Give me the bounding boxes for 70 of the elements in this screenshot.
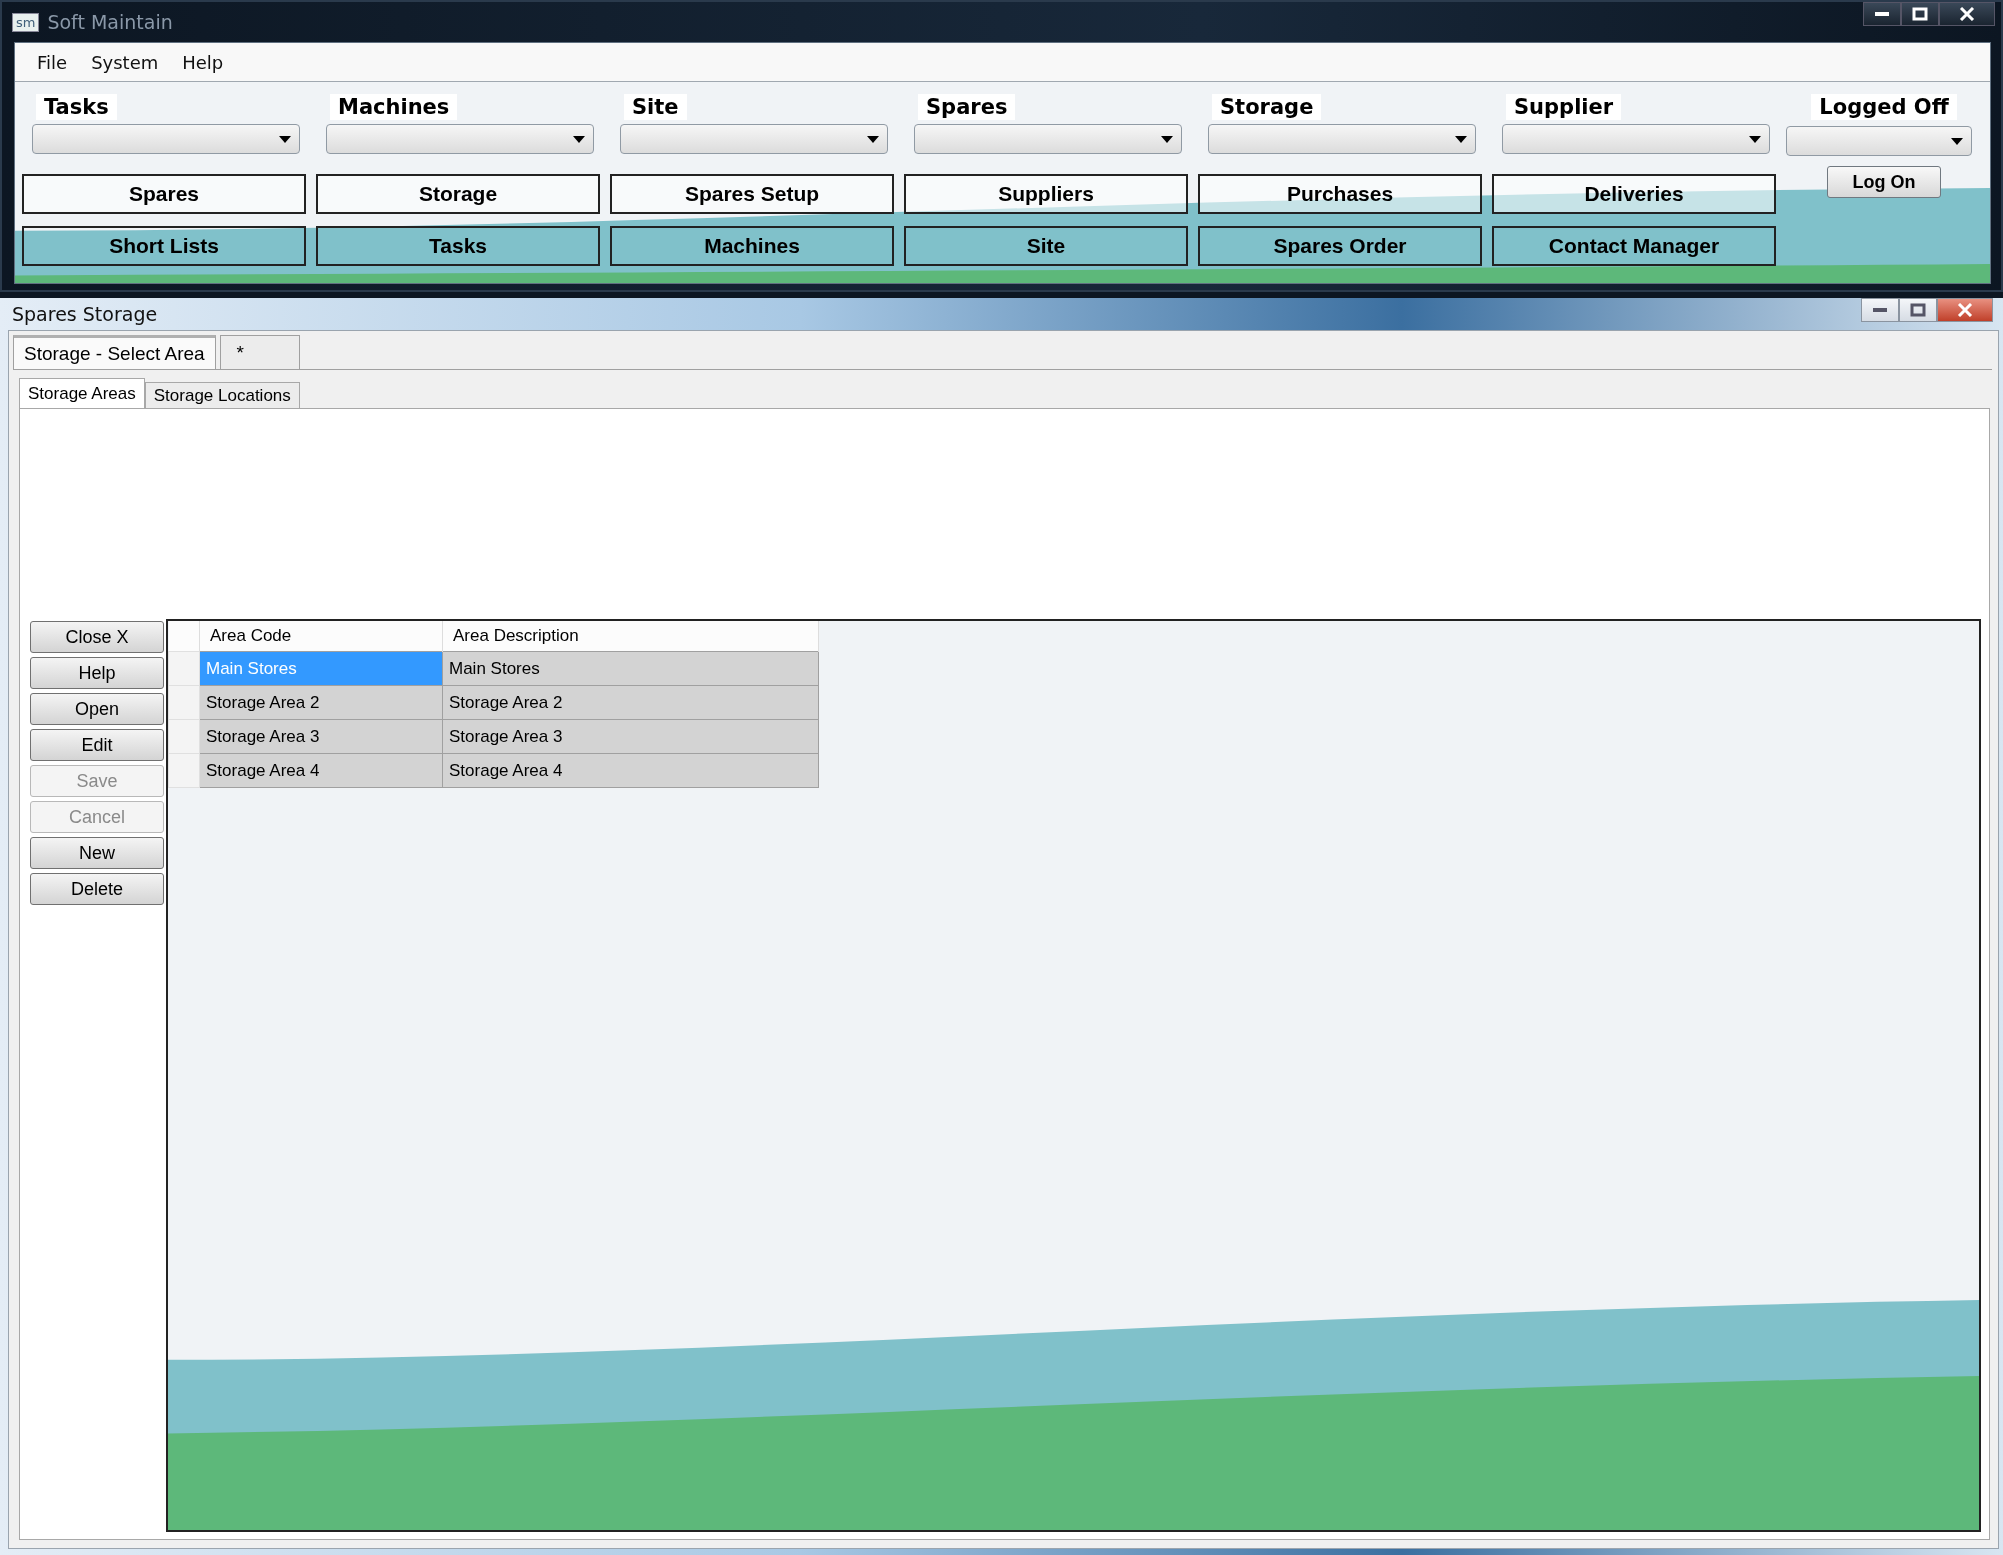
dropdown-arrow-icon <box>1749 135 1761 143</box>
nav-button[interactable]: Machines <box>610 226 894 267</box>
tab[interactable]: Storage Areas <box>19 378 145 408</box>
window-title: Soft Maintain <box>47 11 174 33</box>
table-cell[interactable]: Main Stores <box>442 651 819 686</box>
action-button[interactable]: Delete <box>30 873 164 905</box>
nav-button[interactable]: Site <box>904 226 1188 267</box>
app-icon: sm <box>12 12 40 32</box>
dropdown-arrow-icon <box>867 135 879 143</box>
nav-button[interactable]: Spares Setup <box>610 173 894 214</box>
dropdown-arrow-icon <box>1951 137 1963 145</box>
document-tab[interactable]: Storage - Select Area <box>13 335 216 369</box>
selector-label: Site <box>624 94 687 120</box>
column-header[interactable]: Area Description <box>442 621 819 652</box>
dropdown-field[interactable] <box>914 124 1182 154</box>
menu-item[interactable]: File <box>37 51 68 73</box>
table-cell[interactable]: Storage Area 4 <box>442 753 819 788</box>
menu-item[interactable]: System <box>91 51 159 73</box>
selector-label: Supplier <box>1506 94 1622 120</box>
minimize-button[interactable] <box>1861 298 1899 322</box>
nav-button[interactable]: Deliveries <box>1492 173 1776 214</box>
column-header[interactable]: Area Code <box>199 621 443 652</box>
dropdown-arrow-icon <box>1455 135 1467 143</box>
dropdown-field[interactable] <box>1208 124 1476 154</box>
nav-button[interactable]: Suppliers <box>904 173 1188 214</box>
maximize-button[interactable] <box>1899 298 1937 322</box>
nav-button[interactable]: Storage <box>316 173 600 214</box>
minimize-button[interactable] <box>1863 2 1901 26</box>
selector-label: Spares <box>918 94 1016 120</box>
tab[interactable]: Storage Locations <box>144 382 300 408</box>
dropdown-field[interactable] <box>326 124 594 154</box>
selector-label: Tasks <box>36 94 117 120</box>
maximize-icon <box>1910 303 1926 317</box>
close-button[interactable] <box>1939 2 1995 26</box>
selector-label: Machines <box>330 94 458 120</box>
nav-button[interactable]: Short Lists <box>22 226 306 267</box>
action-button[interactable]: New <box>30 837 164 869</box>
selector-label: Storage <box>1212 94 1322 120</box>
minimize-icon <box>1874 11 1890 17</box>
minimize-icon <box>1872 307 1888 313</box>
nav-button[interactable]: Purchases <box>1198 173 1482 214</box>
log-on-button[interactable]: Log On <box>1827 166 1941 198</box>
menu-item[interactable]: Help <box>182 51 224 73</box>
window-title: Spares Storage <box>12 303 159 325</box>
nav-button[interactable]: Spares <box>22 173 306 214</box>
table-cell[interactable]: Storage Area 2 <box>442 685 819 720</box>
document-tab[interactable]: * <box>219 335 300 369</box>
dropdown-field[interactable] <box>1502 124 1770 154</box>
maximize-icon <box>1912 7 1928 21</box>
action-button[interactable]: Close X <box>30 621 164 653</box>
nav-button[interactable]: Spares Order <box>1198 226 1482 267</box>
action-button[interactable]: Help <box>30 657 164 689</box>
dropdown-arrow-icon <box>279 135 291 143</box>
login-status: Logged Off <box>1811 94 1957 120</box>
close-icon <box>1957 303 1973 317</box>
close-icon <box>1959 7 1975 21</box>
dropdown-arrow-icon <box>573 135 585 143</box>
action-button[interactable]: Open <box>30 693 164 725</box>
table-cell[interactable]: Storage Area 2 <box>199 685 443 720</box>
action-button[interactable]: Edit <box>30 729 164 761</box>
maximize-button[interactable] <box>1901 2 1939 26</box>
dropdown-field[interactable] <box>32 124 300 154</box>
nav-button[interactable]: Contact Manager <box>1492 226 1776 267</box>
table-cell[interactable]: Storage Area 4 <box>199 753 443 788</box>
table-cell[interactable]: Storage Area 3 <box>199 719 443 754</box>
nav-button[interactable]: Tasks <box>316 226 600 267</box>
user-dropdown[interactable] <box>1786 126 1972 156</box>
dropdown-field[interactable] <box>620 124 888 154</box>
table-cell[interactable]: Storage Area 3 <box>442 719 819 754</box>
dropdown-arrow-icon <box>1161 135 1173 143</box>
